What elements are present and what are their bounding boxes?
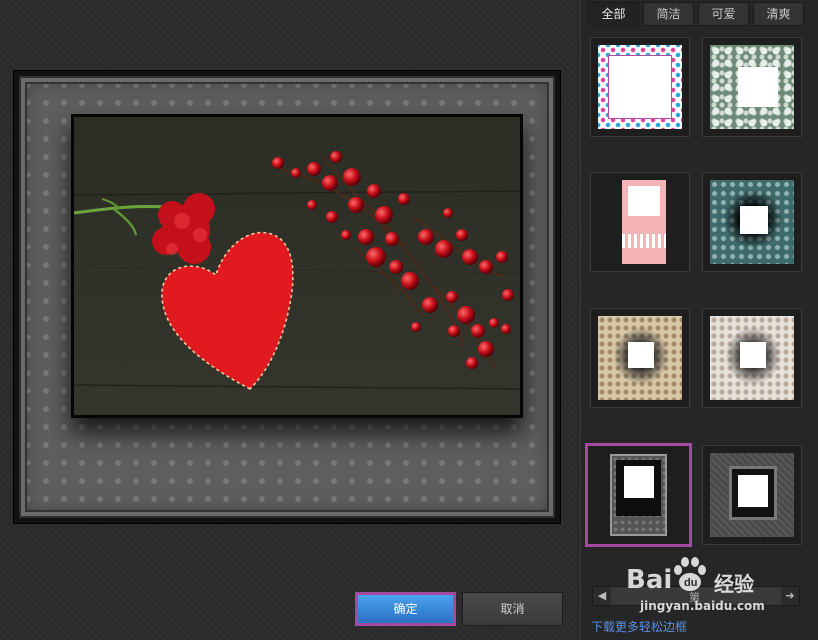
tab-cute[interactable]: 可爱: [698, 2, 749, 26]
download-more-frames-link[interactable]: 下载更多轻松边框: [591, 618, 687, 635]
preview-area: 确定 取消: [0, 0, 578, 640]
frame-preview: [13, 70, 561, 524]
preview-photo: [71, 114, 523, 418]
category-tabs: 全部 简洁 可爱 清爽: [588, 2, 808, 26]
tab-simple[interactable]: 简洁: [643, 2, 694, 26]
frame-thumb-beige-floral[interactable]: [590, 308, 690, 408]
frame-thumb-lace-green[interactable]: [702, 37, 802, 137]
frame-thumb-white-floral[interactable]: [702, 308, 802, 408]
arrow-right-icon[interactable]: ➜: [781, 587, 799, 605]
page-label: 第: [689, 591, 700, 604]
cancel-button[interactable]: 取消: [462, 592, 563, 626]
photo-heart-berries: [74, 117, 520, 415]
tab-fresh[interactable]: 清爽: [753, 2, 804, 26]
confirm-button[interactable]: 确定: [355, 592, 456, 626]
pager: ◀ 第 ➜: [592, 586, 800, 606]
frame-thumb-gray-stars[interactable]: [585, 443, 692, 547]
frame-thumb-colorful-dots[interactable]: [590, 37, 690, 137]
applied-frame-stars: [19, 76, 555, 518]
frame-thumb-teal-floral[interactable]: [702, 172, 802, 272]
tab-all[interactable]: 全部: [588, 2, 639, 26]
frame-thumb-dark-gray[interactable]: [702, 445, 802, 545]
frame-thumb-pink-lace[interactable]: [590, 172, 690, 272]
arrow-left-icon[interactable]: ◀: [593, 587, 611, 605]
